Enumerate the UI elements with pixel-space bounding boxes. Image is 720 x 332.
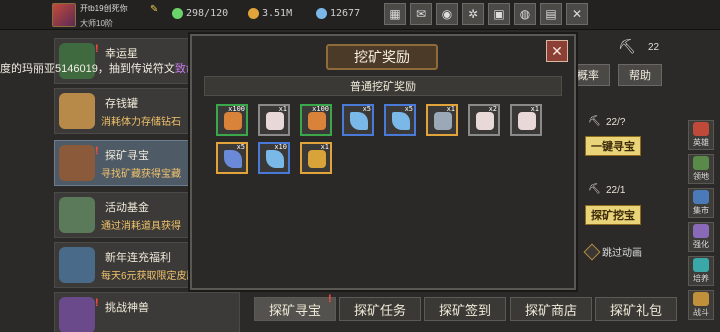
menu-item-beast[interactable]: ! 挑战神兽 <box>54 292 240 332</box>
train-icon <box>693 258 709 272</box>
tab-shop[interactable]: 探矿商店 <box>510 297 592 321</box>
fund-bag-icon <box>59 197 95 233</box>
hammer-icon <box>434 112 452 130</box>
reward-slot[interactable]: x5 <box>342 104 374 136</box>
tools-icon[interactable]: ✕ <box>566 3 588 25</box>
bone-icon <box>308 112 326 130</box>
scroll-icon <box>266 112 284 130</box>
mine-treasure-button[interactable]: 探矿挖宝 <box>585 205 641 225</box>
side-market-button[interactable]: 集市 <box>688 188 714 218</box>
upgrade-icon <box>693 224 709 238</box>
reward-slot[interactable]: x5 <box>384 104 416 136</box>
treasure-chest-icon <box>59 145 95 181</box>
pickaxe-icon: ⛏ <box>588 116 601 127</box>
reward-slot[interactable]: x100 <box>300 104 332 136</box>
reward-count: x5 <box>362 105 371 113</box>
piggy-bank-icon <box>59 93 95 129</box>
side-hero-button[interactable]: 英雄 <box>688 120 714 150</box>
dark-crystal-icon <box>224 150 242 168</box>
reward-count: x2 <box>488 105 497 113</box>
ratio-two: 22/1 <box>606 185 626 196</box>
player-name: 开tb19创死你 <box>80 4 128 13</box>
reward-count: x1 <box>320 143 329 151</box>
battle-icon <box>693 292 709 306</box>
reward-count: x1 <box>278 105 287 113</box>
one-key-treasure-button[interactable]: 一键寻宝 <box>585 136 641 156</box>
shop-icon[interactable]: ▦ <box>384 3 406 25</box>
reward-slot[interactable]: x10 <box>258 142 290 174</box>
reward-slot[interactable]: x1 <box>426 104 458 136</box>
alert-icon: ! <box>95 43 99 55</box>
reward-count: x100 <box>312 105 329 113</box>
alert-icon: ! <box>95 145 99 157</box>
territory-icon <box>693 156 709 170</box>
gamepad-icon[interactable]: ◉ <box>436 3 458 25</box>
blue-crystal-icon <box>350 112 368 130</box>
settings-icon[interactable]: ✲ <box>462 3 484 25</box>
pickaxe-icon: ⛏ <box>618 38 636 54</box>
window-icon[interactable]: ▤ <box>540 3 562 25</box>
bone-icon <box>224 112 242 130</box>
alert-icon: ! <box>95 297 99 309</box>
edit-icon[interactable]: ✎ <box>150 4 158 15</box>
reward-slot[interactable]: x100 <box>216 104 248 136</box>
pickaxe-icon: ⛏ <box>588 184 601 195</box>
gift-icon[interactable]: ▣ <box>488 3 510 25</box>
beast-icon <box>59 297 95 332</box>
hero-icon <box>693 122 709 136</box>
reward-count: x5 <box>236 143 245 151</box>
tab-signin[interactable]: 探矿签到 <box>424 297 506 321</box>
scroll-icon <box>476 112 494 130</box>
pickaxe-count: 22 <box>648 42 660 53</box>
skip-animation-toggle[interactable]: 跳过动画 <box>583 243 642 260</box>
crystal-icon <box>59 247 95 283</box>
help-button[interactable]: 帮助 <box>618 64 662 86</box>
side-battle-button[interactable]: 战斗 <box>688 290 714 320</box>
diamond-icon <box>316 8 327 19</box>
market-icon <box>693 190 709 204</box>
player-title: 大师10阶 <box>80 19 113 28</box>
blue-crystal-icon <box>266 150 284 168</box>
avatar[interactable] <box>52 3 76 27</box>
reward-count: x1 <box>446 105 455 113</box>
reward-count: x5 <box>404 105 413 113</box>
blue-crystal-icon <box>392 112 410 130</box>
energy-stat: 298/120 <box>172 8 228 19</box>
feather-icon <box>308 150 326 168</box>
reward-count: x1 <box>530 105 539 113</box>
dialog-title: 挖矿奖励 <box>326 44 438 70</box>
energy-icon <box>172 8 183 19</box>
dialog-subtitle: 普通挖矿奖励 <box>204 76 562 96</box>
side-territory-button[interactable]: 领地 <box>688 154 714 184</box>
diamond-stat: 12677 <box>316 8 360 19</box>
reward-slot[interactable]: x1 <box>300 142 332 174</box>
scroll-icon <box>518 112 536 130</box>
wheel-icon[interactable]: ◍ <box>514 3 536 25</box>
reward-slot[interactable]: x5 <box>216 142 248 174</box>
top-bar: 开tb19创死你 大师10阶 ✎ 298/120 3.51M 12677 ▦ ✉… <box>0 0 720 30</box>
checkbox-icon <box>583 243 601 260</box>
reward-slot[interactable]: x1 <box>510 104 542 136</box>
tab-treasure[interactable]: 探矿寻宝 <box>254 297 336 321</box>
tab-gift[interactable]: 探矿礼包 <box>595 297 677 321</box>
reward-count: x10 <box>274 143 287 151</box>
tab-mission[interactable]: 探矿任务 <box>339 297 421 321</box>
mail-icon[interactable]: ✉ <box>410 3 432 25</box>
coin-stat: 3.51M <box>248 8 292 19</box>
alert-icon: ! <box>328 293 332 305</box>
reward-slot[interactable]: x1 <box>258 104 290 136</box>
close-icon[interactable]: ✕ <box>546 40 568 62</box>
side-upgrade-button[interactable]: 强化 <box>688 222 714 252</box>
reward-count: x100 <box>228 105 245 113</box>
side-train-button[interactable]: 培养 <box>688 256 714 286</box>
reward-slot[interactable]: x2 <box>468 104 500 136</box>
mining-reward-dialog: 挖矿奖励 ✕ 普通挖矿奖励 x100 x1 x100 x5 x5 x1 x2 x1 x5 x10 x… <box>190 34 576 290</box>
coin-icon <box>248 8 259 19</box>
ratio-one: 22/? <box>606 117 626 128</box>
